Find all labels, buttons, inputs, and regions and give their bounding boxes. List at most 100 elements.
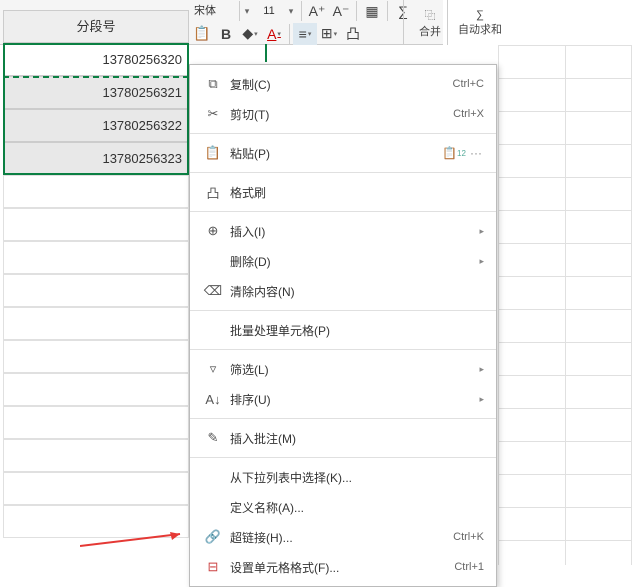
- paste-icon[interactable]: 📋: [190, 23, 214, 45]
- table-row[interactable]: 13780256323: [3, 142, 189, 175]
- chevron-right-icon: ▸: [479, 226, 484, 237]
- menu-shortcut: Ctrl+1: [454, 561, 484, 573]
- empty-cell[interactable]: [3, 274, 189, 307]
- borders-button[interactable]: ⊞▾: [317, 23, 341, 45]
- menu-label: 超链接(H)...: [224, 529, 453, 546]
- menu-clear-contents[interactable]: ⌫ 清除内容(N): [190, 276, 496, 306]
- chevron-right-icon: ▸: [479, 394, 484, 405]
- empty-cell[interactable]: [3, 373, 189, 406]
- eraser-icon: ⌫: [202, 283, 224, 299]
- merge-icon: ⿻: [425, 7, 436, 23]
- menu-shortcut: Ctrl+X: [453, 108, 484, 120]
- menu-separator: [190, 172, 496, 173]
- bold-button[interactable]: B: [214, 23, 238, 45]
- clipboard-icon: 📋: [202, 145, 224, 161]
- paste-options-icon[interactable]: 📋12: [446, 146, 462, 160]
- toolbar-separator: [289, 24, 290, 44]
- format-painter-icon: 凸: [202, 183, 224, 202]
- fill-color-button[interactable]: ◆▾: [238, 23, 262, 45]
- menu-shortcut: Ctrl+K: [453, 531, 484, 543]
- menu-label: 剪切(T): [224, 106, 453, 123]
- font-name-dropdown-icon[interactable]: ▾: [240, 6, 254, 17]
- toolbar-separator: [301, 1, 302, 21]
- menu-cut[interactable]: ✂ 剪切(T) Ctrl+X: [190, 99, 496, 129]
- empty-cell[interactable]: [3, 406, 189, 439]
- menu-batch-process[interactable]: 批量处理单元格(P): [190, 315, 496, 345]
- font-size-select[interactable]: 11: [254, 1, 284, 21]
- scissors-icon: ✂: [202, 106, 224, 122]
- merge-label: 合并: [419, 23, 441, 39]
- link-icon: 🔗: [202, 529, 224, 545]
- menu-dropdown-select[interactable]: 从下拉列表中选择(K)...: [190, 462, 496, 492]
- menu-shortcut: Ctrl+C: [453, 78, 484, 90]
- menu-label: 清除内容(N): [224, 283, 484, 300]
- table-row[interactable]: 13780256321: [3, 76, 189, 109]
- menu-label: 筛选(L): [224, 361, 471, 378]
- menu-paste[interactable]: 📋 粘贴(P) 📋12 ···: [190, 138, 496, 168]
- menu-filter[interactable]: ▿ 筛选(L) ▸: [190, 354, 496, 384]
- menu-sort[interactable]: A↓ 排序(U) ▸: [190, 384, 496, 414]
- toolbar-separator: [387, 1, 388, 21]
- menu-separator: [190, 133, 496, 134]
- toolbar-separator: [356, 1, 357, 21]
- table-row[interactable]: 13780256320: [3, 43, 189, 76]
- font-color-button[interactable]: A▾: [262, 23, 286, 45]
- menu-label: 排序(U): [224, 391, 471, 408]
- column-header[interactable]: 分段号: [3, 10, 189, 43]
- menu-separator: [190, 457, 496, 458]
- menu-define-name[interactable]: 定义名称(A)...: [190, 492, 496, 522]
- empty-cell[interactable]: [3, 340, 189, 373]
- toolbar-separator: [447, 0, 448, 45]
- align-button[interactable]: ≡▾: [293, 23, 317, 45]
- decrease-font-icon[interactable]: A⁻: [329, 0, 353, 22]
- menu-label: 插入(I): [224, 223, 471, 240]
- menu-label: 删除(D): [224, 253, 471, 270]
- empty-cell[interactable]: [3, 241, 189, 274]
- menu-label: 从下拉列表中选择(K)...: [224, 469, 484, 486]
- insert-icon: ⊕: [202, 223, 224, 239]
- menu-label: 粘贴(P): [224, 145, 440, 162]
- more-icon[interactable]: ···: [468, 146, 484, 160]
- menu-format-cells[interactable]: ⊟ 设置单元格格式(F)... Ctrl+1: [190, 552, 496, 582]
- menu-separator: [190, 349, 496, 350]
- empty-cell[interactable]: [3, 208, 189, 241]
- chevron-right-icon: ▸: [479, 364, 484, 375]
- layout-icon[interactable]: ▦: [360, 0, 384, 22]
- menu-insert[interactable]: ⊕ 插入(I) ▸: [190, 216, 496, 246]
- filter-icon: ▿: [202, 361, 224, 377]
- font-name-select[interactable]: 宋体: [190, 1, 240, 21]
- menu-separator: [190, 310, 496, 311]
- cell-caret: [265, 44, 267, 62]
- format-painter-icon[interactable]: 凸: [341, 23, 365, 45]
- menu-insert-comment[interactable]: ✎ 插入批注(M): [190, 423, 496, 453]
- context-menu: ⧉ 复制(C) Ctrl+C ✂ 剪切(T) Ctrl+X 📋 粘贴(P) 📋1…: [189, 64, 497, 587]
- menu-separator: [190, 418, 496, 419]
- menu-copy[interactable]: ⧉ 复制(C) Ctrl+C: [190, 69, 496, 99]
- grid-lines: [498, 45, 632, 565]
- empty-cell[interactable]: [3, 439, 189, 472]
- menu-label: 批量处理单元格(P): [224, 322, 484, 339]
- empty-cell[interactable]: [3, 175, 189, 208]
- empty-cell[interactable]: [3, 307, 189, 340]
- copy-icon: ⧉: [202, 76, 224, 92]
- sigma-icon: ∑: [476, 9, 484, 21]
- sort-icon: A↓: [202, 392, 224, 407]
- table-row[interactable]: 13780256322: [3, 109, 189, 142]
- comment-icon: ✎: [202, 430, 224, 446]
- menu-format-painter[interactable]: 凸 格式刷: [190, 177, 496, 207]
- increase-font-icon[interactable]: A⁺: [305, 0, 329, 22]
- menu-label: 定义名称(A)...: [224, 499, 484, 516]
- menu-label: 设置单元格格式(F)...: [224, 559, 454, 576]
- menu-label: 插入批注(M): [224, 430, 484, 447]
- font-size-dropdown-icon[interactable]: ▾: [284, 6, 298, 17]
- menu-hyperlink[interactable]: 🔗 超链接(H)... Ctrl+K: [190, 522, 496, 552]
- menu-separator: [190, 211, 496, 212]
- toolbar-separator: [403, 0, 404, 45]
- chevron-right-icon: ▸: [479, 256, 484, 267]
- menu-delete[interactable]: 删除(D) ▸: [190, 246, 496, 276]
- menu-label: 复制(C): [224, 76, 453, 93]
- autosum-button[interactable]: ∑ 自动求和: [450, 3, 510, 43]
- empty-cell[interactable]: [3, 472, 189, 505]
- autosum-label: 自动求和: [458, 21, 502, 37]
- format-cells-icon: ⊟: [202, 559, 224, 575]
